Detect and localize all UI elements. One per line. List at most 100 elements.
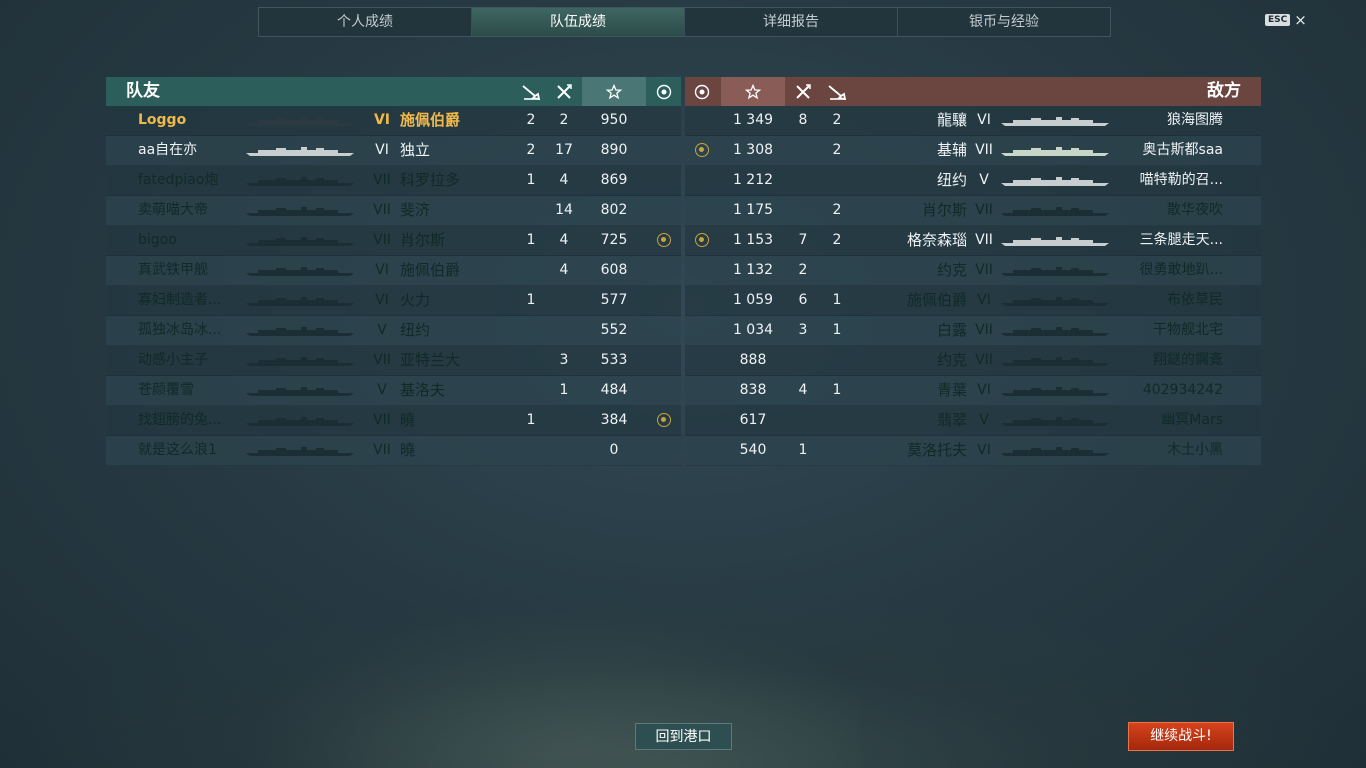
score: 0 (609, 442, 619, 458)
close-button[interactable]: ESC × (1265, 13, 1307, 28)
player-row[interactable]: fatedpiao炮 VII 科罗拉多 1 4 869 (106, 166, 681, 196)
ship-silhouette (246, 387, 354, 396)
ship-tier: VI (375, 262, 389, 278)
ship-name: 科罗拉多 (400, 171, 461, 189)
player-name: 孤独冰岛冰... (138, 322, 222, 338)
player-row[interactable]: aa自在亦 VI 独立 2 17 890 (106, 136, 681, 166)
player-row[interactable]: 1 308 2 基辅 VII 奥古斯都saa (685, 136, 1261, 166)
plane-icon[interactable] (788, 77, 818, 106)
plane-count: 2 (559, 112, 569, 128)
ship-tier: VII (373, 202, 391, 218)
player-row[interactable]: bigoo VII 肖尔斯 1 4 725 (106, 226, 681, 256)
ship-name: 基洛夫 (400, 381, 446, 399)
plane-count: 14 (555, 202, 573, 218)
ship-name: 纽约 (400, 321, 431, 339)
tab-credits-xp[interactable]: 银币与经验 (898, 8, 1110, 36)
torpedo-count: 2 (526, 112, 536, 128)
medal-icon[interactable] (649, 77, 679, 106)
star-icon[interactable] (721, 77, 785, 106)
ship-name: 独立 (400, 141, 431, 159)
ship-name: 翡翠 (936, 411, 967, 429)
torpedo-count: 1 (832, 292, 842, 308)
ship-tier: VI (375, 142, 389, 158)
score: 802 (600, 202, 628, 218)
plane-count: 6 (798, 292, 808, 308)
ship-silhouette (1001, 117, 1109, 126)
continue-battle-button[interactable]: 继续战斗! (1128, 722, 1234, 751)
ship-name: 莫洛托夫 (906, 441, 967, 459)
player-name: 翔鎹的鐊斍 (1153, 352, 1223, 368)
player-row[interactable]: 就是这么浪1 VII 曉 0 (106, 436, 681, 466)
player-row[interactable]: Loggo VI 施佩伯爵 2 2 950 (106, 106, 681, 136)
torpedo-icon[interactable] (822, 77, 852, 106)
player-row[interactable]: 617 翡翠 V 幽冥Mars (685, 406, 1261, 436)
torpedo-icon[interactable] (516, 77, 546, 106)
player-name: 散华夜吹 (1167, 202, 1223, 218)
player-name: 真武铁甲舰 (138, 262, 208, 278)
player-row[interactable]: 找翅膀的兔... VII 曉 1 384 (106, 406, 681, 436)
ship-silhouette (1001, 297, 1109, 306)
tab-detailed-report[interactable]: 详细报告 (685, 8, 898, 36)
ship-tier: VII (975, 232, 993, 248)
plane-count: 17 (555, 142, 573, 158)
medal-icon[interactable] (687, 77, 717, 106)
player-row[interactable]: 888 约克 VII 翔鎹的鐊斍 (685, 346, 1261, 376)
player-name: 喵特勒的召... (1139, 172, 1223, 188)
player-row[interactable]: 1 175 2 肖尔斯 VII 散华夜吹 (685, 196, 1261, 226)
return-to-port-button[interactable]: 回到港口 (635, 723, 732, 750)
ship-tier: VI (977, 112, 991, 128)
player-row[interactable]: 1 349 8 2 龍驤 VI 狼海图腾 (685, 106, 1261, 136)
ship-tier: VI (373, 112, 391, 128)
ship-tier: VII (373, 232, 391, 248)
ship-silhouette (1001, 177, 1109, 186)
score: 838 (739, 382, 767, 398)
ship-name: 白露 (936, 321, 967, 339)
ship-name: 施佩伯爵 (400, 111, 461, 129)
player-name: 木土小黑 (1167, 442, 1223, 458)
score: 1 308 (732, 142, 774, 158)
player-name: 很勇敢地趴... (1139, 262, 1223, 278)
player-row[interactable]: 卖萌喵大帝 VII 斐济 14 802 (106, 196, 681, 226)
player-row[interactable]: 838 4 1 青葉 VI 402934242 (685, 376, 1261, 406)
player-row[interactable]: 1 153 7 2 格奈森瑙 VII 三条腿走天... (685, 226, 1261, 256)
player-row[interactable]: 540 1 莫洛托夫 VI 木土小黑 (685, 436, 1261, 466)
ship-silhouette (246, 327, 354, 336)
ship-silhouette (246, 267, 354, 276)
plane-count: 7 (798, 232, 808, 248)
player-name: 找翅膀的兔... (138, 412, 222, 428)
player-row[interactable]: 1 212 纽约 V 喵特勒的召... (685, 166, 1261, 196)
player-row[interactable]: 真武铁甲舰 VI 施佩伯爵 4 608 (106, 256, 681, 286)
ship-tier: VII (975, 202, 993, 218)
ship-silhouette (1001, 387, 1109, 396)
plane-count: 1 (559, 382, 569, 398)
results-tabs: 个人成绩 队伍成绩 详细报告 银币与经验 (258, 7, 1111, 37)
player-row[interactable]: 苍颜覆雪 V 基洛夫 1 484 (106, 376, 681, 406)
medal-icon (649, 226, 679, 255)
ship-name: 肖尔斯 (921, 201, 967, 219)
player-row[interactable]: 寡妇制造者... VI 火力 1 577 (106, 286, 681, 316)
player-name: 402934242 (1142, 382, 1223, 398)
player-row[interactable]: 1 059 6 1 施佩伯爵 VI 布依草民 (685, 286, 1261, 316)
torpedo-count: 2 (832, 112, 842, 128)
ship-tier: VI (375, 292, 389, 308)
tab-team[interactable]: 队伍成绩 (472, 8, 685, 36)
score: 890 (600, 142, 628, 158)
score: 533 (600, 352, 628, 368)
player-row[interactable]: 孤独冰岛冰... V 纽约 552 (106, 316, 681, 346)
star-icon[interactable] (582, 77, 646, 106)
plane-icon[interactable] (549, 77, 579, 106)
torpedo-count: 2 (832, 142, 842, 158)
background-island (220, 598, 860, 768)
player-row[interactable]: 1 034 3 1 白露 VII 干物舰北宅 (685, 316, 1261, 346)
score: 725 (600, 232, 628, 248)
player-name: 卖萌喵大帝 (138, 202, 208, 218)
ship-tier: VII (975, 142, 993, 158)
tab-personal[interactable]: 个人成绩 (259, 8, 472, 36)
score: 384 (600, 412, 628, 428)
player-row[interactable]: 1 132 2 约克 VII 很勇敢地趴... (685, 256, 1261, 286)
player-name: 幽冥Mars (1161, 412, 1223, 428)
ship-silhouette (1001, 417, 1109, 426)
enemies-rows: 1 349 8 2 龍驤 VI 狼海图腾 1 308 2 基辅 VII 奥古斯都saa 1 212 纽约… (685, 106, 1261, 466)
ship-name: 亚特兰大 (400, 351, 461, 369)
player-row[interactable]: 动感小主子 VII 亚特兰大 3 533 (106, 346, 681, 376)
